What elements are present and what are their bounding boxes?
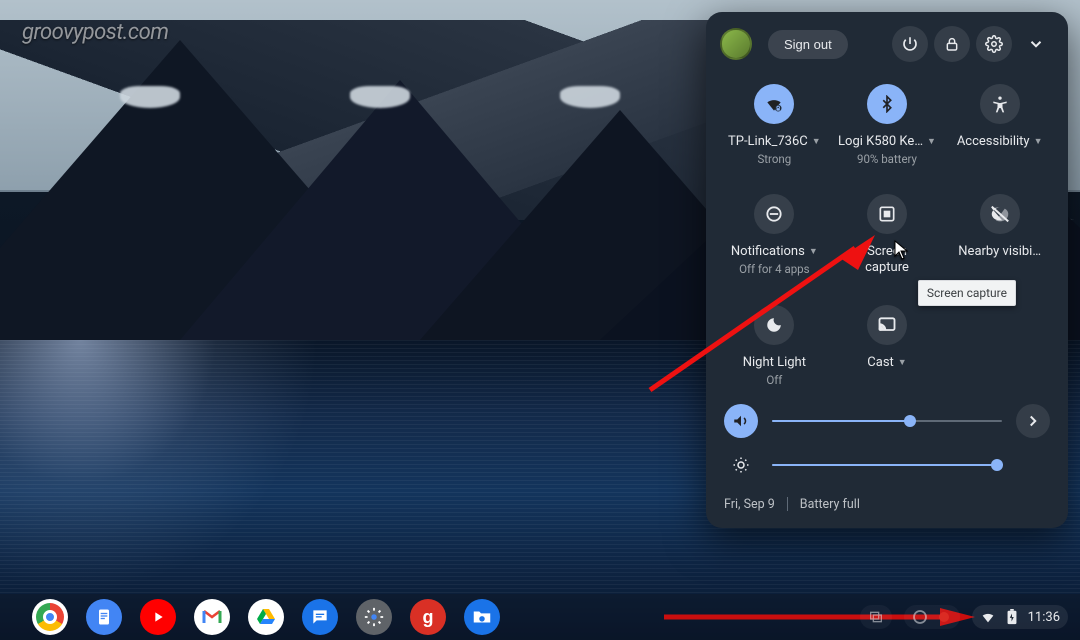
- record-icon: [936, 609, 952, 625]
- volume-row: [716, 399, 1058, 443]
- app-groovypost[interactable]: g: [410, 599, 446, 635]
- folder-icon: [471, 606, 493, 628]
- app-drive[interactable]: [248, 599, 284, 635]
- tray-clock: 11:36: [1028, 610, 1060, 625]
- chevron-right-icon: [1024, 412, 1042, 430]
- collapse-button[interactable]: [1018, 26, 1054, 62]
- divider: [787, 497, 788, 511]
- stop-icon: [912, 609, 928, 625]
- volume-button[interactable]: [724, 404, 758, 438]
- quick-settings-panel: Sign out TP-Link_736C▼ Strong L: [706, 12, 1068, 528]
- chevron-down-icon: ▼: [812, 136, 821, 147]
- app-files[interactable]: [464, 599, 500, 635]
- tile-cast[interactable]: Cast ▼: [831, 295, 944, 399]
- bluetooth-icon: [867, 84, 907, 124]
- tile-title: Accessibility: [957, 134, 1030, 149]
- avatar[interactable]: [720, 28, 752, 60]
- battery-icon: [1004, 609, 1020, 625]
- brightness-row: [716, 443, 1058, 487]
- settings-button[interactable]: [976, 26, 1012, 62]
- drive-icon: [254, 605, 278, 629]
- lock-icon: [944, 36, 960, 52]
- app-chrome[interactable]: [32, 599, 68, 635]
- shelf: g 11:36: [0, 594, 1080, 640]
- lock-button[interactable]: [934, 26, 970, 62]
- tile-title: Cast: [867, 355, 894, 370]
- tile-title: TP-Link_736C: [728, 134, 808, 149]
- power-button[interactable]: [892, 26, 928, 62]
- gear-icon: [985, 35, 1003, 53]
- tile-title: Nearby visibi…: [958, 244, 1041, 259]
- nearby-icon: [980, 194, 1020, 234]
- tile-subtitle: 90% battery: [857, 152, 917, 166]
- app-settings[interactable]: [356, 599, 392, 635]
- cast-icon: [867, 305, 907, 345]
- wifi-icon: [980, 609, 996, 625]
- docs-icon: [94, 607, 114, 627]
- audio-settings-button[interactable]: [1016, 404, 1050, 438]
- gmail-icon: [200, 605, 224, 629]
- tile-title: Night Light: [743, 355, 806, 370]
- site-watermark: groovypost.com: [22, 20, 168, 45]
- app-gmail[interactable]: [194, 599, 230, 635]
- play-icon: [150, 609, 166, 625]
- tile-wifi[interactable]: TP-Link_736C ▼ Strong: [718, 74, 831, 178]
- panel-date: Fri, Sep 9: [724, 497, 775, 512]
- brightness-button[interactable]: [724, 448, 758, 482]
- tile-subtitle: Strong: [757, 152, 791, 166]
- screen-capture-icon: [867, 194, 907, 234]
- volume-icon: [732, 412, 750, 430]
- volume-slider[interactable]: [772, 420, 1002, 422]
- chevron-down-icon: [1027, 35, 1045, 53]
- chat-icon: [310, 607, 330, 627]
- tile-title: Notifications: [731, 244, 805, 259]
- system-tray[interactable]: 11:36: [860, 605, 1068, 629]
- tile-accessibility[interactable]: Accessibility ▼: [943, 74, 1056, 178]
- wallpaper-moonlight: [0, 340, 320, 594]
- app-youtube[interactable]: [140, 599, 176, 635]
- tile-title: Logi K580 Ke…: [838, 134, 923, 149]
- chevron-down-icon: ▼: [927, 136, 936, 147]
- overview-icon: [868, 609, 884, 625]
- tile-nearby[interactable]: Nearby visibi…: [943, 184, 1056, 289]
- tile-title: Screencapture: [865, 244, 909, 277]
- power-icon: [901, 35, 919, 53]
- tile-subtitle: Off for 4 apps: [739, 262, 810, 276]
- chevron-down-icon: ▼: [1034, 136, 1043, 147]
- chevron-down-icon: ▼: [898, 357, 907, 368]
- tile-bluetooth[interactable]: Logi K580 Ke… ▼ 90% battery: [831, 74, 944, 178]
- chevron-down-icon: ▼: [809, 246, 818, 257]
- app-messages[interactable]: [302, 599, 338, 635]
- brightness-icon: [732, 456, 750, 474]
- tile-night-light[interactable]: Night Light Off: [718, 295, 831, 399]
- sign-out-button[interactable]: Sign out: [768, 30, 848, 59]
- notifications-icon: [754, 194, 794, 234]
- tile-screen-capture[interactable]: Screencapture: [831, 184, 944, 289]
- panel-battery[interactable]: Battery full: [800, 497, 860, 512]
- night-light-icon: [754, 305, 794, 345]
- tile-notifications[interactable]: Notifications ▼ Off for 4 apps: [718, 184, 831, 289]
- accessibility-icon: [980, 84, 1020, 124]
- wifi-icon: [754, 84, 794, 124]
- brightness-slider[interactable]: [772, 464, 1002, 466]
- tile-subtitle: Off: [766, 373, 782, 387]
- gear-icon: [363, 606, 385, 628]
- tooltip-screen-capture: Screen capture: [918, 280, 1016, 306]
- app-docs[interactable]: [86, 599, 122, 635]
